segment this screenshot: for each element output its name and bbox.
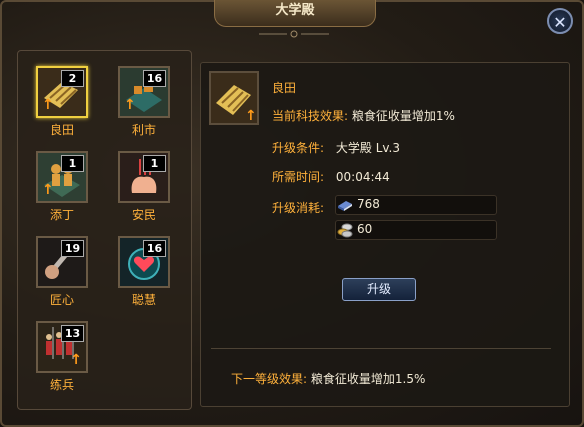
upgrade-condition-row: 升级条件: 大学殿 Lv.3 (272, 139, 400, 156)
academy-window: 大学殿 ✕ 2 ↑ 良田 16 ↑ 利市 1 ↑ 添丁 1 安民 19 匠心 1… (0, 0, 584, 427)
wisdom-icon: 16 (118, 236, 170, 288)
silver-coin-icon (337, 223, 353, 238)
tech-item-pacify[interactable]: 1 安民 (112, 151, 176, 223)
tech-level-badge: 1 (143, 155, 166, 172)
craftsman-icon: 19 (36, 236, 88, 288)
current-effect-value: 粮食征收量增加1% (351, 109, 455, 123)
next-level-effect-label: 下一等级效果: (231, 372, 308, 386)
upgrade-arrow-icon: ↑ (124, 97, 136, 113)
upgrade-condition-value: 大学殿 Lv.3 (335, 141, 400, 155)
svg-text:↑: ↑ (245, 108, 257, 123)
population-icon: 1 ↑ (36, 151, 88, 203)
current-effect-row: 当前科技效果: 粮食征收量增加1% (272, 107, 455, 124)
next-level-effect-value: 粮食征收量增加1.5% (310, 372, 426, 386)
tech-item-farmland[interactable]: 2 ↑ 良田 (30, 66, 94, 138)
market-icon: 16 ↑ (118, 66, 170, 118)
book-icon (338, 201, 352, 211)
upgrade-arrow-icon: ↑ (42, 182, 54, 198)
tech-level-badge: 19 (61, 240, 84, 257)
tech-item-craftsman[interactable]: 19 匠心 (30, 236, 94, 308)
tech-level-badge: 1 (61, 155, 84, 172)
tech-level-badge: 16 (143, 70, 166, 87)
upgrade-arrow-icon: ↑ (42, 97, 54, 113)
farmland-icon: 2 ↑ (36, 66, 88, 118)
pacify-icon: 1 (118, 151, 170, 203)
current-effect-label: 当前科技效果: (272, 109, 349, 123)
window-title: 大学殿 (214, 0, 376, 27)
tech-label: 聪慧 (131, 293, 156, 307)
tech-label: 练兵 (49, 378, 74, 392)
cost-books-value: 768 (357, 197, 380, 211)
next-level-effect-row: 下一等级效果: 粮食征收量增加1.5% (231, 370, 425, 387)
cost-silver-value: 60 (357, 222, 373, 236)
tech-item-wisdom[interactable]: 16 聪慧 (112, 236, 176, 308)
close-button[interactable]: ✕ (547, 8, 573, 34)
tech-level-badge: 13 (61, 325, 84, 342)
time-required-label: 所需时间: (272, 170, 325, 184)
divider (211, 348, 551, 349)
tech-item-population[interactable]: 1 ↑ 添丁 (30, 151, 94, 223)
tech-label: 匠心 (49, 293, 74, 307)
tech-level-badge: 2 (61, 70, 84, 87)
farmland-icon: ↑ (209, 71, 259, 125)
cost-silver-box: 60 (335, 220, 497, 240)
cost-books-box: 768 (335, 195, 497, 215)
upgrade-button[interactable]: 升级 (342, 278, 416, 301)
tech-label: 良田 (49, 123, 74, 137)
upgrade-arrow-icon: ↑ (70, 352, 82, 368)
tech-list-panel: 2 ↑ 良田 16 ↑ 利市 1 ↑ 添丁 1 安民 19 匠心 16 聪慧 1… (17, 50, 192, 410)
tech-level-badge: 16 (143, 240, 166, 257)
tech-label: 添丁 (49, 208, 74, 222)
drill-troops-icon: 13 ↑ (36, 321, 88, 373)
tech-name: 良田 (272, 81, 297, 95)
time-required-value: 00:04:44 (335, 170, 390, 184)
tech-label: 安民 (131, 208, 156, 222)
title-ornament-icon (259, 30, 329, 38)
tech-item-market[interactable]: 16 ↑ 利市 (112, 66, 176, 138)
upgrade-cost-label: 升级消耗: (272, 201, 325, 215)
tech-detail-panel: ↑ 良田 当前科技效果: 粮食征收量增加1% 升级条件: 大学殿 Lv.3 所需… (200, 62, 570, 407)
tech-item-drill-troops[interactable]: 13 ↑ 练兵 (30, 321, 94, 393)
tech-label: 利市 (131, 123, 156, 137)
time-required-row: 所需时间: 00:04:44 (272, 168, 390, 185)
upgrade-condition-label: 升级条件: (272, 141, 325, 155)
